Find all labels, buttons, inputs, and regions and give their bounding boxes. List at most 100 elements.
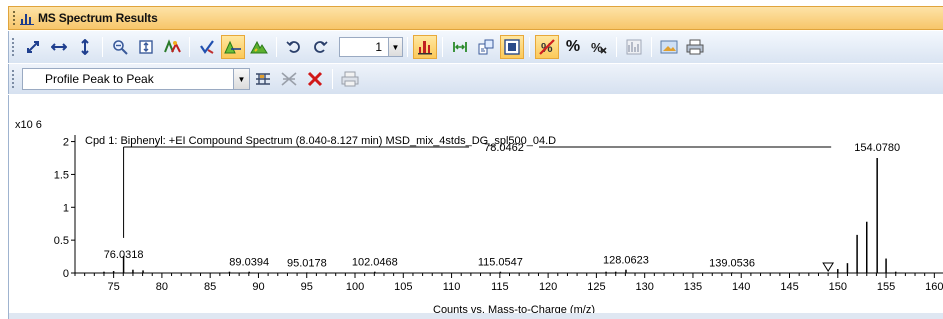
bar-chart-icon: [20, 14, 34, 25]
peak-icon: [250, 40, 268, 54]
peak-button[interactable]: [247, 35, 271, 59]
toolbar-separator: [442, 37, 443, 57]
toolbar-separator: [651, 37, 652, 57]
autoscale-xy-button[interactable]: [21, 35, 45, 59]
fit-icon: [139, 40, 153, 54]
compare-icon: [478, 39, 494, 55]
window-title-bar[interactable]: MS Spectrum Results: [8, 6, 943, 30]
x-tick-label: 125: [587, 281, 605, 293]
peak-label-button[interactable]: [221, 35, 245, 59]
bar-spectrum-button[interactable]: [413, 35, 437, 59]
toolbar-separator: [189, 37, 190, 57]
peak-label: 128.0623: [603, 255, 649, 267]
y-scale-label: x10 6: [15, 119, 42, 131]
x-tick-label: 80: [156, 281, 168, 293]
x-tick-label: 105: [394, 281, 412, 293]
plot-axes: [74, 135, 943, 274]
spectrum-toolbar: 1 ▼ % % %: [8, 31, 943, 63]
autoscale-y-icon: [81, 39, 89, 55]
percent-scale-button[interactable]: %: [587, 35, 611, 59]
print-button[interactable]: [683, 35, 707, 59]
x-tick-label: 85: [204, 281, 216, 293]
formula-icon: [281, 72, 297, 86]
print-disabled-icon: [341, 71, 359, 87]
profile-mode-value: Profile Peak to Peak: [45, 72, 154, 86]
autoscale-x-icon: [51, 43, 67, 51]
delete-button[interactable]: [303, 67, 327, 91]
spectrum-disabled-icon: [626, 39, 642, 55]
peak-label: 95.0178: [287, 257, 327, 269]
x-tick-label: 95: [301, 281, 313, 293]
y-tick-label: 1: [63, 202, 69, 214]
title-grip[interactable]: [13, 11, 17, 25]
x-axis-label: Counts vs. Mass-to-Charge (m/z): [433, 304, 595, 313]
compare-button[interactable]: [474, 35, 498, 59]
profile-mode-select[interactable]: Profile Peak to Peak ▼: [22, 68, 250, 90]
page-number-select[interactable]: 1 ▼: [339, 37, 403, 57]
color-button[interactable]: [160, 35, 184, 59]
peak-labels: 78.0462 76.0318 89.0394 95.0178 102.0468 115.…: [104, 142, 900, 269]
y-tick-label: 1.5: [54, 169, 69, 181]
chevron-down-icon[interactable]: ▼: [233, 69, 249, 89]
spectrum-plot[interactable]: x10 6 Cpd 1: Biphenyl: +EI Compound Spec…: [9, 95, 943, 313]
peak-mode-toolbar: Profile Peak to Peak ▼: [8, 64, 943, 94]
toolbar-separator: [102, 37, 103, 57]
toolbar-grip[interactable]: [12, 70, 16, 88]
no-percent-icon: %: [539, 39, 555, 55]
percent-scale-icon: %: [591, 40, 607, 55]
peak-label: 115.0547: [478, 257, 523, 269]
x-tick-label: 100: [346, 281, 364, 293]
x-tick-label: 115: [491, 281, 509, 293]
x-tick-label: 110: [443, 281, 461, 293]
chevron-down-icon[interactable]: ▼: [388, 38, 402, 56]
undo-icon: [286, 41, 300, 53]
overlay-icon: [504, 39, 520, 55]
table-icon: [256, 73, 270, 85]
select-icon: [200, 40, 214, 54]
page-number-value: 1: [375, 40, 382, 54]
peak-label: 154.0780: [854, 142, 900, 154]
autoscale-xy-icon: [27, 41, 39, 53]
picture-button[interactable]: [657, 35, 681, 59]
expand-button[interactable]: [448, 35, 472, 59]
formula-button[interactable]: [277, 67, 301, 91]
ms-spectrum-window: MS Spectrum Results 1 ▼ % % Profile Peak…: [0, 0, 943, 319]
x-tick-label: 90: [252, 281, 264, 293]
zoom-button[interactable]: [108, 35, 132, 59]
x-tick-label: 75: [107, 281, 119, 293]
spectrum-disabled-button[interactable]: [622, 35, 646, 59]
delete-icon: [307, 71, 323, 87]
redo-button[interactable]: [308, 35, 332, 59]
autoscale-x-button[interactable]: [47, 35, 71, 59]
x-tick-label: 120: [539, 281, 557, 293]
peak-label: 102.0468: [352, 257, 398, 269]
overlay-button[interactable]: [500, 35, 524, 59]
x-axis-ticks: 75 80 85 90 95 100 105 110 115 120 125 130 135 140 145…: [74, 273, 943, 293]
toolbar-separator: [276, 37, 277, 57]
x-tick-label: 145: [780, 281, 798, 293]
select-button[interactable]: [195, 35, 219, 59]
undo-button[interactable]: [282, 35, 306, 59]
spectrum-panel: x10 6 Cpd 1: Biphenyl: +EI Compound Spec…: [8, 95, 943, 319]
percent-button[interactable]: %: [561, 35, 585, 59]
fit-button[interactable]: [134, 35, 158, 59]
peak-label-icon: [224, 40, 241, 54]
redo-icon: [314, 41, 328, 53]
y-tick-label: 0.5: [54, 235, 69, 247]
print-disabled-button[interactable]: [338, 67, 362, 91]
picture-icon: [660, 40, 678, 54]
bar-spectrum-icon: [418, 41, 432, 55]
bracket-difference-label: 78.0462: [484, 142, 524, 154]
no-percent-button[interactable]: %: [535, 35, 559, 59]
x-tick-label: 150: [829, 281, 847, 293]
toolbar-grip[interactable]: [12, 38, 16, 56]
table-button[interactable]: [251, 67, 275, 91]
x-tick-label: 155: [877, 281, 895, 293]
y-tick-label: 2: [63, 137, 69, 149]
color-icon: [164, 39, 181, 53]
print-icon: [686, 39, 704, 55]
zoom-icon: [113, 40, 128, 55]
window-title: MS Spectrum Results: [38, 11, 158, 25]
peak-label: 139.0536: [709, 257, 755, 269]
autoscale-y-button[interactable]: [73, 35, 97, 59]
